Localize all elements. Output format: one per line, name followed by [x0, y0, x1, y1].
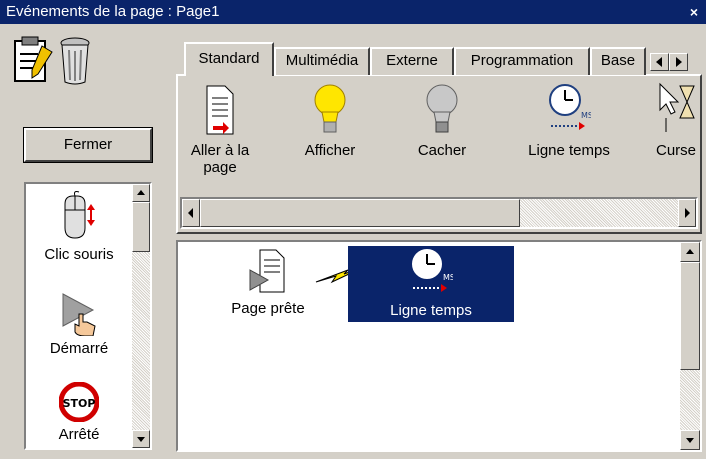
title-bar: Evénements de la page : Page1 ×: [0, 0, 706, 24]
events-window: Evénements de la page : Page1 × Fermer C…: [0, 0, 706, 459]
svg-text:MS: MS: [581, 111, 591, 120]
list-item-label: Arrêté: [58, 426, 100, 443]
action-item[interactable]: MS Ligne temps: [514, 82, 624, 159]
canvas-item-timeline[interactable]: MS Ligne temps: [348, 246, 514, 322]
action-label: Curse: [656, 142, 697, 159]
tab-label: Multimédia: [285, 52, 359, 69]
page-arrow-icon: [206, 85, 234, 135]
tab-multimedia[interactable]: Multimédia: [274, 47, 370, 75]
fermer-button[interactable]: Fermer: [23, 127, 153, 163]
arrow-up-icon: [137, 190, 145, 195]
hscroll-track[interactable]: [520, 199, 678, 227]
mouse-icon: [64, 191, 95, 239]
play-hand-icon: [62, 293, 96, 337]
tab-scroll-left[interactable]: [650, 53, 669, 71]
list-item[interactable]: STOP Arrêté: [30, 381, 128, 443]
arrow-left-icon: [188, 208, 193, 218]
tab-standard[interactable]: Standard: [184, 42, 274, 76]
canvas-item-label: Ligne temps: [390, 302, 472, 319]
tab-label: Externe: [386, 52, 438, 69]
arrow-up-icon: [686, 249, 694, 254]
svg-text:MS: MS: [443, 273, 453, 282]
tab-programmation[interactable]: Programmation: [454, 47, 590, 75]
action-label: Aller à la: [190, 142, 250, 159]
lightbulb-off-icon: [426, 84, 458, 133]
list-item[interactable]: Démarré: [30, 292, 128, 357]
tab-label: Standard: [198, 50, 260, 67]
action-item[interactable]: Cacher: [402, 82, 482, 159]
arrow-right-icon: [685, 208, 690, 218]
arrow-down-icon: [686, 438, 694, 443]
fermer-label: Fermer: [63, 136, 113, 153]
trash-icon[interactable]: [58, 36, 92, 86]
timeline-clock-icon: MS: [412, 249, 455, 292]
close-icon[interactable]: ×: [687, 5, 701, 19]
event-canvas[interactable]: Page prête MS Ligne temps: [176, 240, 702, 452]
tab-externe[interactable]: Externe: [370, 47, 454, 75]
window-title: Evénements de la page : Page1: [6, 3, 220, 20]
action-label: page: [203, 159, 237, 176]
canvas-item-label: Page prête: [231, 300, 305, 317]
action-label: Cacher: [417, 142, 467, 159]
svg-text:STOP: STOP: [63, 397, 96, 410]
action-item[interactable]: Afficher: [290, 82, 370, 159]
action-label: Ligne temps: [528, 142, 610, 159]
tab-label: Base: [600, 52, 636, 69]
scroll-up-button[interactable]: [132, 184, 150, 202]
lightbulb-on-icon: [314, 84, 346, 133]
action-strip: Aller à la page Afficher Cacher MS Ligne…: [180, 78, 700, 196]
scroll-left-button[interactable]: [182, 199, 200, 227]
canvas-item-page-ready[interactable]: Page prête: [208, 248, 328, 317]
list-item-label: Clic souris: [44, 246, 114, 263]
scroll-thumb[interactable]: [680, 262, 700, 370]
action-label: Afficher: [304, 142, 356, 159]
action-item[interactable]: Curse: [656, 82, 700, 159]
page-play-icon: [249, 249, 285, 293]
arrow-left-icon: [656, 57, 662, 67]
hscroll-thumb[interactable]: [200, 199, 520, 227]
scroll-down-button[interactable]: [680, 430, 700, 450]
stop-icon: STOP: [58, 381, 100, 423]
scroll-thumb[interactable]: [132, 202, 150, 252]
clipboard-edit-icon[interactable]: [12, 34, 54, 86]
scroll-up-button[interactable]: [680, 242, 700, 262]
list-item-label: Démarré: [49, 340, 109, 357]
cursor-hourglass-icon: [659, 82, 695, 132]
scroll-right-button[interactable]: [678, 199, 696, 227]
event-list[interactable]: Clic souris Démarré STOP Arrêté: [24, 182, 152, 450]
tab-label: Programmation: [470, 52, 574, 69]
arrow-right-icon: [676, 57, 682, 67]
action-item[interactable]: Aller à la page: [180, 82, 260, 176]
scroll-down-button[interactable]: [132, 430, 150, 448]
timeline-clock-icon: MS: [549, 84, 593, 130]
tab-scroll-right[interactable]: [669, 53, 688, 71]
arrow-down-icon: [137, 437, 145, 442]
list-item[interactable]: Clic souris: [30, 190, 128, 263]
tab-base[interactable]: Base: [590, 47, 646, 75]
